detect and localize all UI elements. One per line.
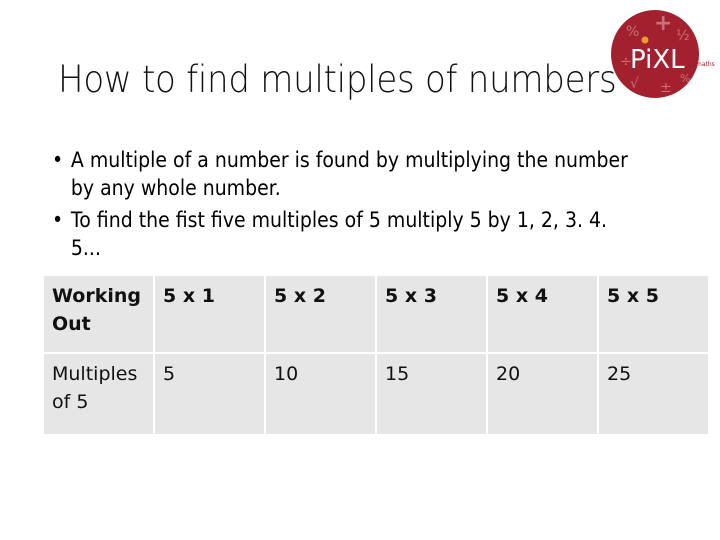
multiples-table: Working Out 5 x 1 5 x 2 5 x 3 5 x 4 5 x … <box>42 274 710 436</box>
table-cell: 5 <box>155 354 264 434</box>
table-row-working-out: Working Out 5 x 1 5 x 2 5 x 3 5 x 4 5 x … <box>44 276 708 352</box>
table-cell: 5 x 1 <box>155 276 264 352</box>
bullet-glyph: • <box>52 148 64 172</box>
table-cell: 25 <box>599 354 708 434</box>
bullet-text: A multiple of a number is found by multi… <box>70 148 628 200</box>
bullet-text: To find the fist five multiples of 5 mul… <box>70 208 608 260</box>
logo-dot <box>641 36 649 44</box>
bullet-glyph: • <box>52 208 64 232</box>
table-cell: 15 <box>377 354 486 434</box>
bullet-item: • To find the fist five multiples of 5 m… <box>52 206 628 262</box>
table-row-multiples: Multiples of 5 5 10 15 20 25 <box>44 354 708 434</box>
logo-pm-icon: ± <box>660 80 672 96</box>
table-cell: 5 x 3 <box>377 276 486 352</box>
row-header-multiples: Multiples of 5 <box>44 354 153 434</box>
table-cell: 5 x 4 <box>488 276 597 352</box>
table-cell: 5 x 2 <box>266 276 375 352</box>
table-cell: 20 <box>488 354 597 434</box>
logo-fraction-icon: ½ <box>676 28 690 44</box>
table-cell: 5 x 5 <box>599 276 708 352</box>
bullet-list: • A multiple of a number is found by mul… <box>52 146 628 266</box>
pixl-maths-logo: % + ½ ÷ √ ± % PiXL maths <box>608 4 716 104</box>
bullet-item: • A multiple of a number is found by mul… <box>52 146 628 202</box>
slide-title: How to find multiples of numbers <box>58 58 617 101</box>
table-cell: 10 <box>266 354 375 434</box>
row-header-working-out: Working Out <box>44 276 153 352</box>
logo-plus-icon: + <box>654 11 672 36</box>
logo-sub-text: maths <box>696 61 715 68</box>
logo-percent-icon: % <box>626 24 639 40</box>
logo-root-icon: √ <box>630 76 639 92</box>
logo-brand-text: PiXL <box>630 45 685 75</box>
